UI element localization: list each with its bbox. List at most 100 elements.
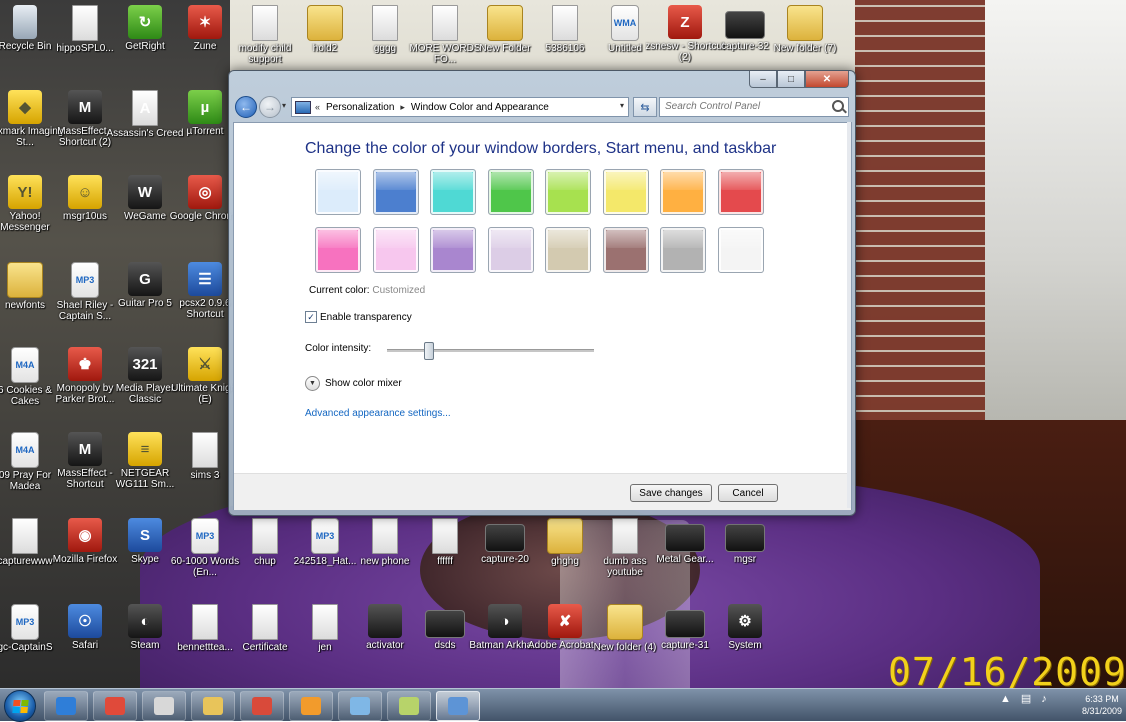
- taskbar-item-control-panel[interactable]: [436, 691, 480, 721]
- control-panel-icon: [448, 697, 468, 715]
- transparency-checkbox[interactable]: ✓: [305, 311, 317, 323]
- color-swatch-ruby[interactable]: [717, 169, 764, 215]
- desktop-icon-image: [312, 604, 338, 640]
- search-icon[interactable]: [832, 100, 844, 112]
- minimize-button[interactable]: –: [749, 71, 777, 88]
- search-box[interactable]: [659, 97, 849, 117]
- clock-time: 6:33 PM: [1085, 694, 1119, 704]
- volume-icon[interactable]: ♪: [1041, 693, 1047, 705]
- desktop-icon[interactable]: New folder (7): [765, 5, 845, 54]
- enable-transparency-option[interactable]: ✓ Enable transparency: [305, 311, 412, 323]
- tray-arrow-icon[interactable]: ▲: [1000, 693, 1011, 705]
- desktop-icon-image: MP3: [191, 518, 219, 554]
- recent-pages-dropdown[interactable]: ▾: [282, 101, 286, 110]
- desktop-icon-image: A: [132, 90, 158, 126]
- color-swatch-taupe[interactable]: [545, 227, 591, 273]
- system-tray: ▲ ▤ ♪: [1000, 692, 1047, 706]
- expand-chevron-icon[interactable]: ▼: [305, 376, 320, 391]
- open-window-2-icon: [399, 697, 419, 715]
- taskbar-item-media-player[interactable]: [289, 691, 333, 721]
- clock-date: 8/31/2009: [1081, 706, 1123, 716]
- maximize-button[interactable]: □: [777, 71, 805, 88]
- desktop-icon-image: [192, 432, 218, 468]
- control-panel-window[interactable]: – □ ✕ ← → ▾ « Personalization ▸ Window C…: [228, 70, 856, 516]
- transparency-label: Enable transparency: [320, 311, 412, 323]
- breadcrumb-personalization[interactable]: Personalization: [326, 102, 394, 113]
- color-swatch-frost[interactable]: [717, 227, 764, 273]
- back-button[interactable]: ←: [235, 96, 257, 118]
- color-swatch-fuchsia[interactable]: [315, 227, 361, 273]
- desktop-icon-image: [252, 518, 278, 554]
- color-intensity-slider-thumb[interactable]: [424, 342, 435, 360]
- refresh-button[interactable]: ⇆: [633, 97, 657, 117]
- desktop-icon-image: ◑: [488, 604, 522, 638]
- network-icon[interactable]: ▤: [1021, 692, 1031, 705]
- search-input[interactable]: [660, 98, 825, 114]
- notepad-icon: [154, 697, 174, 715]
- desktop-icon-image: [13, 5, 37, 39]
- taskbar-item-chrome[interactable]: [93, 691, 137, 721]
- address-bar[interactable]: « Personalization ▸ Window Color and App…: [291, 97, 629, 117]
- content-scrollbar[interactable]: [847, 122, 851, 508]
- color-swatch-lime[interactable]: [545, 169, 591, 215]
- desktop-icon[interactable]: ⚙ System: [705, 604, 785, 651]
- save-changes-button[interactable]: Save changes: [630, 484, 712, 502]
- show-color-mixer-toggle[interactable]: ▼ Show color mixer: [305, 376, 402, 391]
- start-button[interactable]: [4, 690, 36, 722]
- color-swatch-sky[interactable]: [315, 169, 361, 215]
- taskbar-item-open-window-1[interactable]: [338, 691, 382, 721]
- desktop-icon-image: [485, 524, 525, 552]
- caption-buttons: – □ ✕: [749, 71, 849, 88]
- desktop-icon-image: [665, 524, 705, 552]
- color-swatch-violet[interactable]: [430, 227, 476, 273]
- desktop-icon[interactable]: mgsr: [705, 518, 785, 565]
- page-title: Change the color of your window borders,…: [305, 140, 777, 157]
- desktop-icon-image: [425, 610, 465, 638]
- desktop-icon-image: 321: [128, 347, 162, 381]
- desktop-icon-label: System: [728, 640, 762, 651]
- taskbar-item-open-window-2[interactable]: [387, 691, 431, 721]
- color-swatch-blush[interactable]: [372, 227, 419, 273]
- color-intensity-slider[interactable]: [387, 342, 594, 360]
- breadcrumb-separator-icon[interactable]: ▸: [400, 102, 405, 113]
- taskbar-item-explorer[interactable]: [191, 691, 235, 721]
- breadcrumb-overflow[interactable]: «: [315, 102, 320, 112]
- desktop-icon-image: ↻: [128, 5, 162, 39]
- desktop-icon-image: ☺: [68, 175, 102, 209]
- desktop-icon-image: W: [128, 175, 162, 209]
- taskbar-item-zune[interactable]: [240, 691, 284, 721]
- current-color-label: Current color:: [309, 285, 370, 296]
- color-swatch-twilight[interactable]: [372, 169, 419, 215]
- desktop-icon-label: mgsr: [733, 554, 757, 565]
- color-swatch-lightning[interactable]: [602, 169, 649, 215]
- desktop-icon-image: [252, 5, 278, 41]
- clock[interactable]: 6:33 PM 8/31/2009: [1078, 693, 1126, 717]
- desktop-icon-image: [368, 604, 402, 638]
- wallpaper-brick-wall: [855, 0, 985, 440]
- desktop-icon-image: [432, 5, 458, 41]
- color-swatch-lavender[interactable]: [487, 227, 534, 273]
- desktop-icon-image: [432, 518, 458, 554]
- advanced-appearance-link[interactable]: Advanced appearance settings...: [305, 408, 451, 419]
- desktop-icon-image: [252, 604, 278, 640]
- close-button[interactable]: ✕: [805, 71, 849, 88]
- wallpaper-window: [985, 0, 1126, 430]
- forward-button[interactable]: →: [259, 96, 281, 118]
- color-swatch-pumpkin[interactable]: [660, 169, 706, 215]
- cancel-button[interactable]: Cancel: [718, 484, 778, 502]
- desktop-icon-image: [547, 518, 583, 554]
- desktop-icon-label: New folder (7): [773, 43, 837, 54]
- desktop-icon-image: µ: [188, 90, 222, 124]
- address-dropdown-icon[interactable]: ▾: [620, 101, 624, 110]
- breadcrumb-window-color[interactable]: Window Color and Appearance: [411, 102, 549, 113]
- desktop-icon-image: [787, 5, 823, 41]
- taskbar-item-ie[interactable]: [44, 691, 88, 721]
- desktop-icon-image: S: [128, 518, 162, 552]
- color-swatch-slate[interactable]: [660, 227, 706, 273]
- taskbar-item-notepad[interactable]: [142, 691, 186, 721]
- color-swatch-sea[interactable]: [430, 169, 476, 215]
- color-swatch-chocolate[interactable]: [602, 227, 649, 273]
- desktop-icon-image: [725, 11, 765, 39]
- desktop-icon-image: MP3: [311, 518, 339, 554]
- color-swatch-leaf[interactable]: [487, 169, 534, 215]
